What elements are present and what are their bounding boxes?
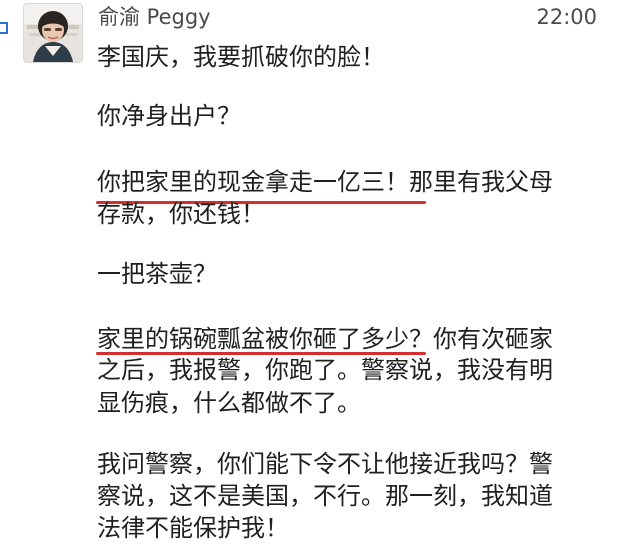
- message-line: 你净身出户？: [97, 102, 241, 130]
- avatar[interactable]: [23, 3, 83, 63]
- message-line: 我问警察，你们能下令不让他接近我吗？警: [97, 450, 553, 478]
- author-name[interactable]: 俞渝 Peggy: [98, 4, 211, 30]
- message-line: 法律不能保护我！: [97, 514, 289, 542]
- message-line: 察说，这不是美国，不行。那一刻，我知道: [97, 482, 553, 510]
- bracket-marker-icon: [0, 22, 8, 34]
- message-line: 你把家里的现金拿走一亿三！那里有我父母: [97, 168, 553, 196]
- timestamp: 22:00: [536, 5, 597, 29]
- message-line: 之后，我报警，你跑了。警察说，我没有明: [97, 356, 553, 384]
- message-line: 一把茶壶？: [97, 260, 217, 288]
- chat-message: 俞渝 Peggy 22:00 李国庆，我要抓破你的脸！ 你净身出户？ 你把家里的…: [0, 0, 617, 552]
- message-line: 存款，你还钱！: [97, 200, 265, 228]
- message-line: 李国庆，我要抓破你的脸！: [97, 43, 385, 71]
- message-line: 家里的锅碗瓢盆被你砸了多少？你有次砸家: [97, 325, 553, 353]
- message-line: 显伤痕，什么都做不了。: [97, 389, 361, 417]
- avatar-photo: [24, 4, 82, 62]
